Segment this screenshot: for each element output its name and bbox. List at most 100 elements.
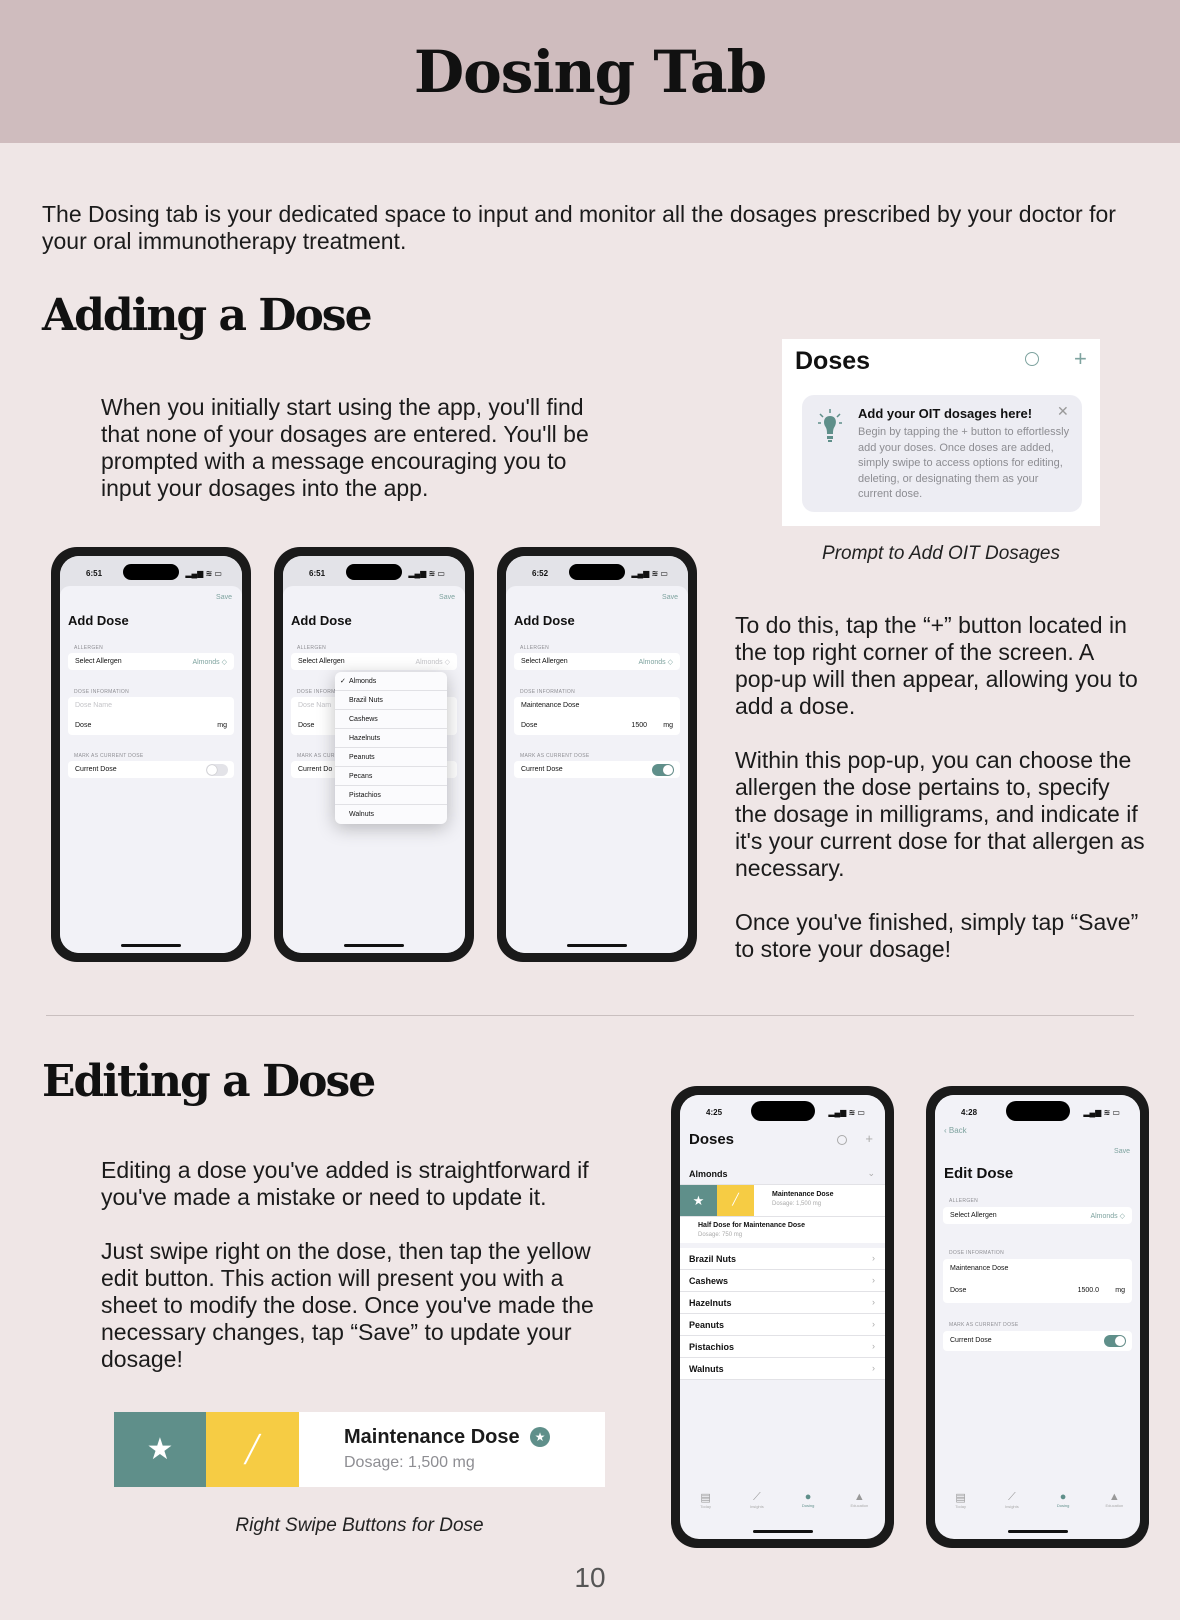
list-item[interactable]: Pistachios › bbox=[680, 1336, 885, 1358]
tip-body: Begin by tapping the + button to effortl… bbox=[858, 426, 1070, 500]
current-dose-row: Current Dose bbox=[514, 761, 680, 778]
prompt-caption: Prompt to Add OIT Dosages bbox=[822, 543, 1060, 564]
list-item[interactable]: Walnuts › bbox=[680, 1358, 885, 1380]
list-item[interactable]: Brazil Nuts › bbox=[680, 1248, 885, 1270]
allergen-select[interactable]: Select Allergen Almonds ◇ bbox=[68, 653, 234, 670]
tab-today[interactable]: ▤ Today bbox=[941, 1491, 981, 1521]
tip-title: Add your OIT dosages here! bbox=[858, 406, 1033, 421]
editing-heading: Editing a Dose bbox=[42, 1056, 376, 1107]
dose-name-field[interactable]: Dose Name bbox=[75, 702, 112, 709]
lightbulb-icon bbox=[818, 409, 842, 442]
list-item[interactable]: Half Dose for Maintenance Dose Dosage: 7… bbox=[680, 1216, 885, 1243]
section-label: MARK AS CURRENT DOSE bbox=[74, 753, 144, 759]
dropdown-option[interactable]: Peanuts bbox=[335, 748, 447, 767]
list-item[interactable]: Maintenance Dose Dosage: 1,500 mg bbox=[754, 1185, 885, 1216]
editing-text: Editing a dose you've added is straightf… bbox=[101, 1157, 621, 1373]
status-time: 4:25 bbox=[706, 1108, 723, 1117]
tab-education[interactable]: ▲ Education bbox=[1094, 1491, 1134, 1521]
phone-add-dose-2: 6:51 ▂▄▆ ≋ ▭ Save Add Dose ALLERGEN Selec… bbox=[274, 547, 474, 962]
tab-bar: ▤ Today ⟋ Insights ● Dosing ▲ Education bbox=[680, 1491, 885, 1521]
save-button[interactable]: Save bbox=[662, 594, 678, 601]
dose-subtitle: Dosage: 1,500 mg bbox=[344, 1454, 475, 1471]
allergen-dropdown[interactable]: Almonds Brazil Nuts Cashews Hazelnuts Pe… bbox=[335, 672, 447, 824]
allergen-select[interactable]: Select Allergen Almonds ◇ bbox=[943, 1207, 1132, 1224]
section-label: DOSE INFORMATION bbox=[74, 689, 129, 695]
current-dose-toggle[interactable] bbox=[206, 764, 228, 776]
tab-insights[interactable]: ⟋ Insights bbox=[992, 1491, 1032, 1521]
prompt-card: Doses + Add your OIT dosages here! ✕ Beg… bbox=[782, 339, 1100, 526]
phone-doses-list: 4:25 ▂▄▆ ≋ ▭ Doses + Almonds ⌄ ★ ╱ Mainten… bbox=[671, 1086, 894, 1548]
section-divider bbox=[46, 1015, 1134, 1016]
plus-icon: + bbox=[1074, 346, 1087, 371]
edit-pencil-icon[interactable]: ╱ bbox=[206, 1412, 299, 1487]
section-label: ALLERGEN bbox=[297, 645, 327, 651]
dose-name-field[interactable]: Maintenance Dose bbox=[950, 1265, 1008, 1272]
list-item[interactable]: Cashews › bbox=[680, 1270, 885, 1292]
section-label: ALLERGEN bbox=[949, 1198, 979, 1204]
dropdown-option[interactable]: Hazelnuts bbox=[335, 729, 447, 748]
screen-title: Edit Dose bbox=[944, 1165, 1014, 1182]
tab-insights[interactable]: ⟋ Insights bbox=[737, 1491, 777, 1521]
adding-paragraph-2: To do this, tap the “+” button located i… bbox=[735, 612, 1138, 719]
current-dose-toggle[interactable] bbox=[1104, 1335, 1126, 1347]
tab-dosing[interactable]: ● Dosing bbox=[788, 1491, 828, 1521]
dropdown-option[interactable]: Almonds bbox=[335, 672, 447, 691]
star-icon[interactable]: ★ bbox=[680, 1185, 717, 1216]
filter-icon[interactable] bbox=[837, 1135, 847, 1145]
list-item[interactable]: Peanuts › bbox=[680, 1314, 885, 1336]
dropdown-option[interactable]: Pecans bbox=[335, 767, 447, 786]
current-dose-toggle[interactable] bbox=[652, 764, 674, 776]
allergen-select[interactable]: Select Allergen Almonds ◇ bbox=[514, 653, 680, 670]
section-label: DOSE INFORMATION bbox=[949, 1250, 1004, 1256]
phone-edit-dose: 4:28 ▂▄▆ ≋ ▭ ‹ Back Save Edit Dose ALLERG… bbox=[926, 1086, 1149, 1548]
group-header[interactable]: Almonds ⌄ bbox=[680, 1163, 885, 1185]
list-item[interactable]: Hazelnuts › bbox=[680, 1292, 885, 1314]
phone-add-dose-3: 6:52 ▂▄▆ ≋ ▭ Save Add Dose ALLERGEN Selec… bbox=[497, 547, 697, 962]
swipe-caption: Right Swipe Buttons for Dose bbox=[235, 1515, 484, 1536]
edit-pencil-icon[interactable]: ╱ bbox=[717, 1185, 754, 1216]
adding-paragraph-3: Within this pop-up, you can choose the a… bbox=[735, 747, 1145, 881]
dropdown-option[interactable]: Walnuts bbox=[335, 805, 447, 824]
section-label: ALLERGEN bbox=[520, 645, 550, 651]
current-dose-star-icon: ★ bbox=[530, 1427, 550, 1447]
section-label: MARK AS CURRENT DOSE bbox=[949, 1322, 1019, 1328]
adding-heading: Adding a Dose bbox=[42, 290, 373, 341]
status-time: 6:51 bbox=[309, 569, 326, 578]
page-number: 10 bbox=[574, 1562, 606, 1593]
star-icon[interactable]: ★ bbox=[114, 1412, 206, 1487]
editing-paragraph-1: Editing a dose you've added is straightf… bbox=[101, 1157, 589, 1210]
dose-value[interactable]: 1500 bbox=[631, 722, 647, 729]
status-time: 4:28 bbox=[961, 1108, 978, 1117]
section-label: DOSE INFORMATION bbox=[520, 689, 575, 695]
dropdown-option[interactable]: Pistachios bbox=[335, 786, 447, 805]
plus-icon[interactable]: + bbox=[865, 1131, 873, 1146]
save-button[interactable]: Save bbox=[1114, 1148, 1130, 1155]
tip-box: Add your OIT dosages here! ✕ Begin by ta… bbox=[802, 395, 1082, 512]
close-icon[interactable]: ✕ bbox=[1057, 403, 1069, 420]
page-title: Dosing Tab bbox=[413, 37, 767, 106]
save-button[interactable]: Save bbox=[216, 594, 232, 601]
save-button[interactable]: Save bbox=[439, 594, 455, 601]
dropdown-option[interactable]: Cashews bbox=[335, 710, 447, 729]
dose-value[interactable]: 1500.0 bbox=[1078, 1287, 1099, 1294]
dose-field[interactable]: mg bbox=[217, 722, 227, 729]
page-header: Dosing Tab bbox=[0, 0, 1180, 143]
dose-title: Maintenance Dose bbox=[344, 1426, 520, 1448]
status-time: 6:52 bbox=[532, 569, 549, 578]
tab-today[interactable]: ▤ Today bbox=[686, 1491, 726, 1521]
adding-paragraph-4: Once you've finished, simply tap “Save” … bbox=[735, 909, 1139, 962]
dose-info-group: Maintenance Dose Dose 1500.0 mg bbox=[943, 1259, 1132, 1303]
tab-education[interactable]: ▲ Education bbox=[839, 1491, 879, 1521]
intro-text: The Dosing tab is your dedicated space t… bbox=[42, 201, 1116, 254]
adding-paragraph-1: When you initially start using the app, … bbox=[101, 394, 589, 501]
section-label: ALLERGEN bbox=[74, 645, 104, 651]
tab-dosing[interactable]: ● Dosing bbox=[1043, 1491, 1083, 1521]
current-dose-row: Current Dose bbox=[68, 761, 234, 778]
sheet-title: Add Dose bbox=[291, 613, 352, 628]
back-button[interactable]: ‹ Back bbox=[944, 1126, 967, 1135]
allergen-select[interactable]: Select Allergen Almonds ◇ bbox=[291, 653, 457, 670]
status-time: 6:51 bbox=[86, 569, 103, 578]
swipe-actions-example: ★ ╱ Maintenance Dose ★ Dosage: 1,500 mg bbox=[114, 1412, 605, 1487]
dropdown-option[interactable]: Brazil Nuts bbox=[335, 691, 447, 710]
dose-name-field[interactable]: Maintenance Dose bbox=[521, 702, 579, 709]
